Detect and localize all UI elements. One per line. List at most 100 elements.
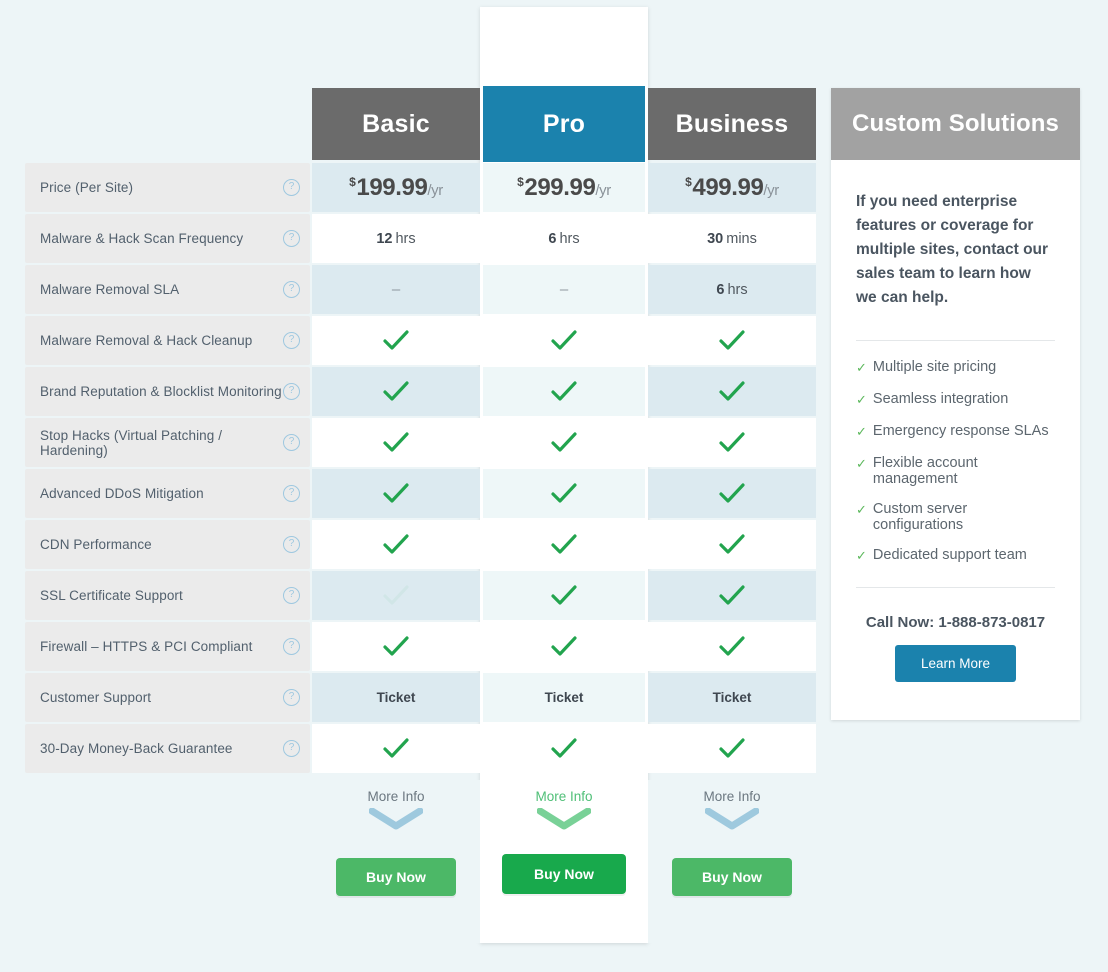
check-icon <box>719 534 745 556</box>
value-cell <box>312 622 480 671</box>
custom-feature-label: Emergency response SLAs <box>873 423 1049 439</box>
value-cell: 6hrs <box>483 214 645 263</box>
check-icon: ✓ <box>856 391 867 409</box>
value-cell <box>648 367 816 416</box>
value-cell <box>312 520 480 569</box>
question-mark-icon[interactable]: ? <box>283 638 300 655</box>
support-type: Ticket <box>545 690 584 705</box>
check-icon <box>551 483 577 505</box>
custom-feature-item: ✓Seamless integration <box>856 391 1055 409</box>
value-cell <box>312 469 480 518</box>
feature-label: Malware Removal & Hack Cleanup <box>40 333 283 348</box>
value-cell <box>312 367 480 416</box>
question-mark-icon[interactable]: ? <box>283 230 300 247</box>
value-cell <box>483 622 645 671</box>
check-icon <box>719 483 745 505</box>
value-cell <box>312 571 480 620</box>
price-value: $299.99/yr <box>517 174 611 202</box>
value-cell <box>312 316 480 365</box>
custom-solutions-header: Custom Solutions <box>831 88 1080 160</box>
custom-feature-label: Multiple site pricing <box>873 359 996 375</box>
cell-value: 12hrs <box>376 230 415 247</box>
feature-label: Price (Per Site) <box>40 180 283 195</box>
check-icon <box>551 534 577 556</box>
feature-label-column: Price (Per Site)? Malware & Hack Scan Fr… <box>25 163 310 775</box>
not-included-dash: – <box>392 281 400 298</box>
plan-header-pro: Pro <box>483 86 645 162</box>
question-mark-icon[interactable]: ? <box>283 281 300 298</box>
check-icon <box>719 585 745 607</box>
plan-name-pro: Pro <box>543 110 585 139</box>
price-period: /yr <box>763 182 778 199</box>
feature-label: 30-Day Money-Back Guarantee <box>40 741 283 756</box>
value-cell: Ticket <box>483 673 645 722</box>
value-cell: $299.99/yr <box>483 163 645 212</box>
plan-footer-basic: More Info Buy Now <box>312 780 480 943</box>
question-mark-icon[interactable]: ? <box>283 740 300 757</box>
buy-now-button-basic[interactable]: Buy Now <box>336 858 456 896</box>
price-period: /yr <box>427 182 442 199</box>
value-cell <box>648 622 816 671</box>
custom-solutions-lead: If you need enterprise features or cover… <box>856 190 1055 310</box>
pricing-table: Most Popular Basic Pro Business Price (P… <box>0 0 1108 972</box>
feature-row: Malware & Hack Scan Frequency? <box>25 214 310 263</box>
feature-label: SSL Certificate Support <box>40 588 283 603</box>
feature-label: Brand Reputation & Blocklist Monitoring <box>40 384 283 399</box>
check-icon: ✓ <box>856 455 867 473</box>
question-mark-icon[interactable]: ? <box>283 383 300 400</box>
value-cell: 6hrs <box>648 265 816 314</box>
feature-row: Malware Removal & Hack Cleanup? <box>25 316 310 365</box>
question-mark-icon[interactable]: ? <box>283 179 300 196</box>
value-cell <box>483 418 645 467</box>
check-icon <box>383 330 409 352</box>
more-info-link-pro[interactable]: More Info <box>483 780 645 804</box>
currency-symbol: $ <box>685 175 691 189</box>
feature-row: 30-Day Money-Back Guarantee? <box>25 724 310 773</box>
check-icon <box>719 330 745 352</box>
value-cell: – <box>312 265 480 314</box>
custom-feature-item: ✓Emergency response SLAs <box>856 423 1055 441</box>
question-mark-icon[interactable]: ? <box>283 587 300 604</box>
check-icon <box>719 636 745 658</box>
question-mark-icon[interactable]: ? <box>283 434 300 451</box>
chevron-down-icon[interactable] <box>312 804 480 834</box>
custom-feature-label: Flexible account management <box>873 455 1055 487</box>
check-icon <box>383 534 409 556</box>
feature-label: Malware & Hack Scan Frequency <box>40 231 283 246</box>
chevron-down-icon[interactable] <box>648 804 816 834</box>
value-cell <box>312 418 480 467</box>
check-icon <box>383 381 409 403</box>
value-cell: Ticket <box>312 673 480 722</box>
question-mark-icon[interactable]: ? <box>283 689 300 706</box>
cell-value: 30mins <box>707 230 757 247</box>
divider <box>856 587 1055 588</box>
feature-row: Brand Reputation & Blocklist Monitoring? <box>25 367 310 416</box>
currency-symbol: $ <box>517 175 523 189</box>
value-cell: $499.99/yr <box>648 163 816 212</box>
question-mark-icon[interactable]: ? <box>283 485 300 502</box>
learn-more-button[interactable]: Learn More <box>895 645 1016 682</box>
value-cell <box>648 418 816 467</box>
custom-feature-label: Dedicated support team <box>873 547 1027 563</box>
chevron-down-icon[interactable] <box>483 804 645 834</box>
custom-feature-label: Custom server configurations <box>873 501 1055 533</box>
feature-row: Malware Removal SLA? <box>25 265 310 314</box>
feature-label: Firewall – HTTPS & PCI Compliant <box>40 639 283 654</box>
value-cell <box>648 724 816 773</box>
question-mark-icon[interactable]: ? <box>283 332 300 349</box>
not-included-dash: – <box>560 281 568 298</box>
feature-label: Malware Removal SLA <box>40 282 283 297</box>
check-icon <box>551 381 577 403</box>
question-mark-icon[interactable]: ? <box>283 536 300 553</box>
feature-row: Customer Support? <box>25 673 310 722</box>
value-cell: Ticket <box>648 673 816 722</box>
value-cell <box>312 724 480 773</box>
more-info-link-basic[interactable]: More Info <box>312 780 480 804</box>
check-icon <box>551 585 577 607</box>
more-info-link-business[interactable]: More Info <box>648 780 816 804</box>
feature-row: Price (Per Site)? <box>25 163 310 212</box>
buy-now-button-business[interactable]: Buy Now <box>672 858 792 896</box>
check-icon: ✓ <box>856 359 867 377</box>
custom-feature-item: ✓Custom server configurations <box>856 501 1055 533</box>
buy-now-button-pro[interactable]: Buy Now <box>502 854 626 894</box>
